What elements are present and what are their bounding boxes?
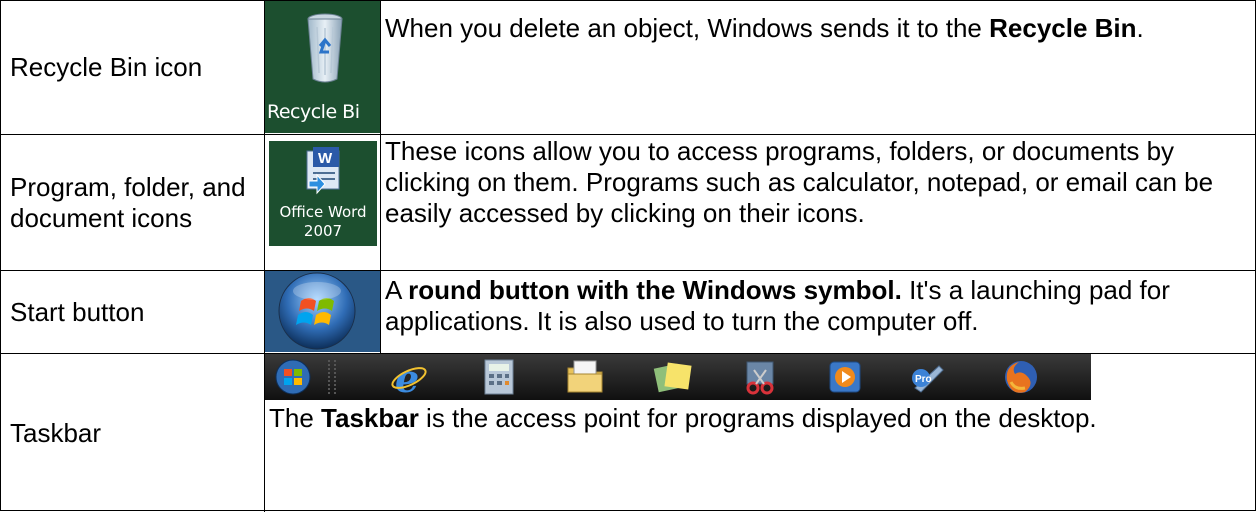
row-label: Start button (1, 271, 265, 353)
office-word-label-1: Office Word (279, 203, 367, 221)
row-description: A round button with the Windows symbol. … (385, 275, 1170, 336)
icon-cell: Recycle Bi (265, 1, 381, 134)
row-description: When you delete an object, Windows sends… (385, 13, 1144, 43)
row-description: The Taskbar is the access point for prog… (269, 403, 1097, 433)
sticky-notes-icon (653, 362, 692, 393)
taskbar-image: e Pro (265, 354, 1091, 400)
info-table: Recycle Bin icon Recycle Bi When you del… (0, 0, 1256, 512)
table-row-taskbar: Taskbar e Pro The Taskbar is the access … (1, 354, 1255, 512)
svg-text:W: W (318, 150, 333, 167)
table-row-start-button: Start button A round button with the Win… (1, 271, 1255, 354)
icon-cell: W Office Word 2007 (265, 135, 381, 270)
calculator-icon (484, 359, 514, 395)
row-label: Recycle Bin icon (1, 1, 265, 134)
taskbar-cell: e Pro The Taskbar is the access point fo… (265, 354, 1255, 512)
row-label: Taskbar (1, 354, 265, 512)
file-explorer-icon (567, 360, 603, 393)
recycle-bin-icon: Recycle Bi (265, 1, 380, 133)
row-description: These icons allow you to access programs… (385, 136, 1214, 228)
media-player-icon (829, 361, 861, 393)
icon-cell (265, 271, 381, 353)
paint-icon: Pro (912, 365, 944, 393)
office-word-label-2: 2007 (303, 222, 343, 240)
office-word-icon: W Office Word 2007 (269, 141, 377, 246)
table-row-recycle-bin: Recycle Bin icon Recycle Bi When you del… (1, 1, 1255, 135)
svg-text:Pro: Pro (915, 374, 932, 385)
windows-start-icon (275, 359, 311, 395)
recycle-bin-label: Recycle Bi (267, 101, 360, 123)
table-row-program-icons: Program, folder, and document icons W Of… (1, 135, 1255, 271)
row-label: Program, folder, and document icons (1, 135, 265, 270)
internet-explorer-icon: e (391, 358, 427, 396)
start-button-icon (265, 271, 380, 352)
snipping-tool-icon (746, 361, 774, 395)
firefox-icon (1005, 361, 1037, 393)
